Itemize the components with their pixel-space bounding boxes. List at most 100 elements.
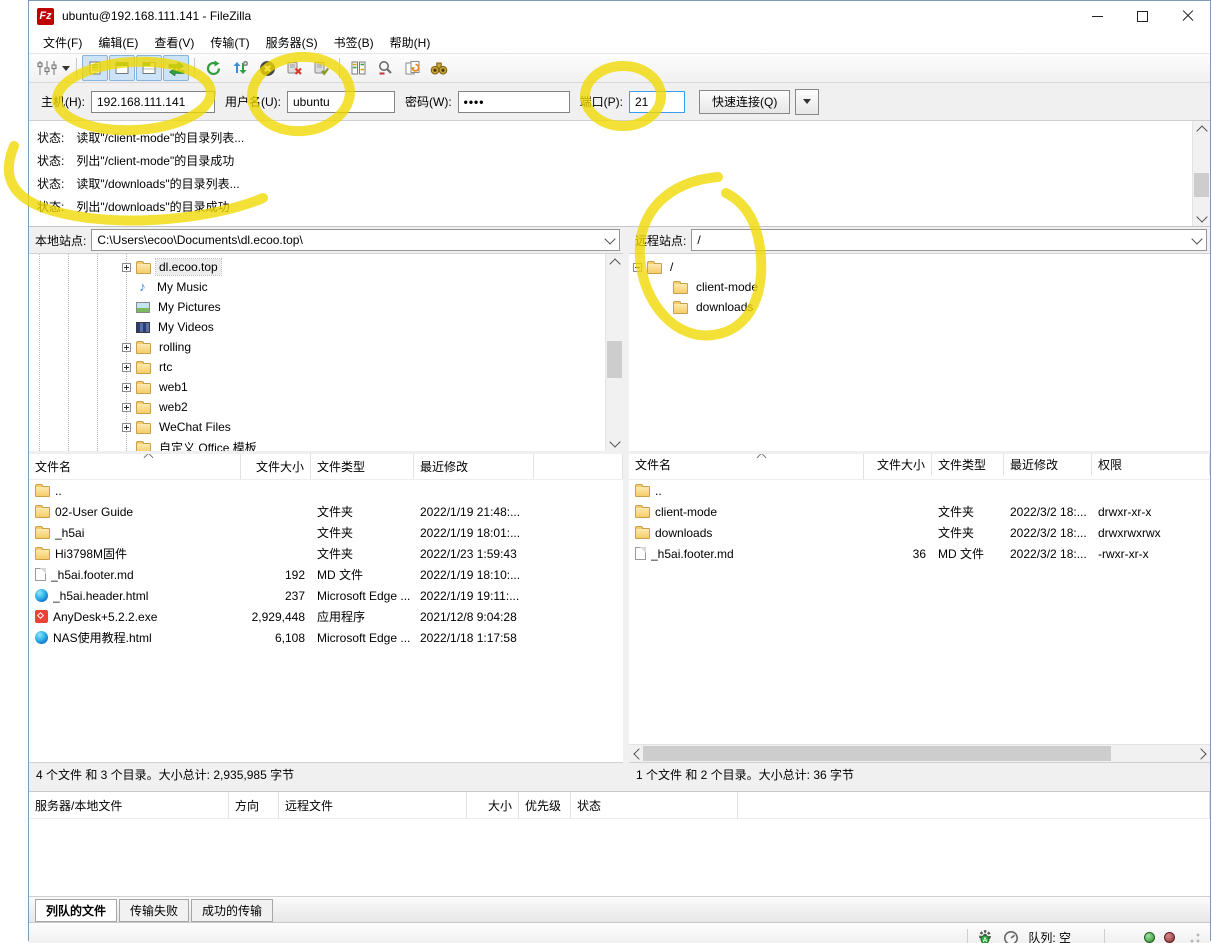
queue-tab[interactable]: 列队的文件 [35,899,117,922]
column-header[interactable]: 文件大小 [864,454,932,475]
column-header[interactable]: 状态 [571,792,738,818]
tree-item[interactable]: web1 [29,377,623,397]
scrollbar-thumb[interactable] [643,746,1111,761]
minimize-button[interactable] [1075,1,1120,31]
find-files-button[interactable] [426,55,452,81]
file-row[interactable]: 02-User Guide文件夹2022/1/19 21:48:... [29,501,623,522]
file-row[interactable]: _h5ai.footer.md36MD 文件2022/3/2 18:...-rw… [629,543,1210,564]
file-row[interactable]: _h5ai.header.html237Microsoft Edge ...20… [29,585,623,606]
tree-item[interactable]: web2 [29,397,623,417]
filter-button[interactable] [372,55,398,81]
synchronized-browsing-button[interactable] [399,55,425,81]
local-tree-scrollbar[interactable] [605,254,623,451]
tree-item[interactable]: WeChat Files [29,417,623,437]
toggle-local-tree-button[interactable] [109,55,135,81]
log-scrollbar[interactable] [1192,121,1210,226]
scroll-down-arrow-icon[interactable] [1193,210,1210,226]
tree-item[interactable]: My Videos [29,317,623,337]
port-input[interactable] [629,91,685,113]
expand-icon[interactable] [122,343,131,352]
maximize-icon [1137,11,1148,22]
queue-tab[interactable]: 成功的传输 [191,899,273,922]
column-header[interactable]: 文件名 [29,454,241,479]
site-manager-button[interactable] [35,55,71,81]
column-header[interactable]: 最近修改 [414,454,534,479]
expand-icon[interactable] [122,363,131,372]
quickconnect-button[interactable]: 快速连接(Q) [699,90,790,114]
tree-item[interactable]: dl.ecoo.top [29,257,623,277]
menu-item[interactable]: 查看(V) [146,31,202,54]
file-row[interactable]: downloads文件夹2022/3/2 18:...drwxrwxrwx [629,522,1210,543]
refresh-button[interactable] [200,55,226,81]
resize-grip-icon[interactable] [1190,933,1200,943]
expand-icon[interactable] [122,263,131,272]
column-header[interactable]: 大小 [467,792,519,818]
remote-horizontal-scrollbar[interactable] [629,744,1210,762]
tree-item[interactable]: rtc [29,357,623,377]
reconnect-button[interactable] [308,55,334,81]
column-header[interactable]: 最近修改 [1004,454,1092,475]
file-row[interactable]: _h5ai.footer.md192MD 文件2022/1/19 18:10:.… [29,564,623,585]
maximize-button[interactable] [1120,1,1165,31]
scroll-up-arrow-icon[interactable] [606,254,623,270]
log-line: 状态:读取"/client-mode"的目录列表... [37,126,1202,149]
menu-item[interactable]: 文件(F) [35,31,90,54]
scrollbar-thumb[interactable] [607,341,622,378]
column-header[interactable]: 远程文件 [279,792,467,818]
menu-item[interactable]: 传输(T) [202,31,257,54]
expand-icon[interactable] [122,383,131,392]
tree-item[interactable]: My Pictures [29,297,623,317]
toggle-transfer-queue-button[interactable] [163,55,189,81]
host-input[interactable] [91,91,215,113]
column-header-label: 大小 [488,797,512,814]
queue-settings-gear-icon[interactable]: A [977,929,994,943]
menu-item[interactable]: 书签(B) [326,31,382,54]
tree-item[interactable]: rolling [29,337,623,357]
tree-item[interactable]: My Music [29,277,623,297]
column-header[interactable]: 权限 [1092,454,1210,475]
menu-item[interactable]: 帮助(H) [382,31,439,54]
file-row[interactable]: client-mode文件夹2022/3/2 18:...drwxr-xr-x [629,501,1210,522]
quickconnect-dropdown-button[interactable] [795,89,819,115]
remote-path-combobox[interactable]: / [691,229,1207,251]
disconnect-button[interactable] [281,55,307,81]
expand-icon[interactable] [122,403,131,412]
cancel-operation-button[interactable] [254,55,280,81]
username-input[interactable] [287,91,395,113]
password-input[interactable] [458,91,570,113]
file-row[interactable]: Hi3798M固件文件夹2022/1/23 1:59:43 [29,543,623,564]
scroll-down-arrow-icon[interactable] [606,435,623,451]
column-header[interactable]: 文件类型 [311,454,414,479]
toggle-remote-tree-button[interactable] [136,55,162,81]
column-header[interactable]: 服务器/本地文件 [29,792,229,818]
file-row[interactable]: NAS使用教程.html6,108Microsoft Edge ...2022/… [29,627,623,648]
file-row[interactable]: _h5ai文件夹2022/1/19 18:01:... [29,522,623,543]
directory-comparison-button[interactable] [345,55,371,81]
column-header[interactable]: 文件大小 [241,454,311,479]
column-header[interactable]: 文件名 [629,454,864,475]
queue-tab[interactable]: 传输失败 [119,899,189,922]
expand-icon[interactable] [122,423,131,432]
column-header[interactable]: 优先级 [519,792,571,818]
column-header[interactable]: 文件类型 [932,454,1004,475]
column-header[interactable]: 方向 [229,792,279,818]
tree-item[interactable]: / [629,257,1210,277]
collapse-icon[interactable] [633,263,642,272]
tree-item[interactable]: 自定义 Office 模板 [29,437,623,451]
menu-item[interactable]: 编辑(E) [90,31,146,54]
scroll-right-arrow-icon[interactable] [1194,745,1210,762]
tree-item[interactable]: downloads [629,297,1210,317]
tree-item[interactable]: client-mode [629,277,1210,297]
close-button[interactable] [1165,1,1210,31]
menu-item[interactable]: 服务器(S) [258,31,326,54]
scroll-up-arrow-icon[interactable] [1193,121,1210,137]
column-header-label: 文件类型 [938,456,986,473]
file-row[interactable]: .. [29,480,623,501]
local-path-combobox[interactable]: C:\Users\ecoo\Documents\dl.ecoo.top\ [91,229,620,251]
toggle-log-panel-button[interactable] [82,55,108,81]
scrollbar-thumb[interactable] [1194,173,1209,197]
file-row[interactable]: AnyDesk+5.2.2.exe2,929,448应用程序2021/12/8 … [29,606,623,627]
process-queue-button[interactable] [227,55,253,81]
speed-limit-dial-icon[interactable] [1003,930,1019,943]
file-row[interactable]: .. [629,480,1210,501]
